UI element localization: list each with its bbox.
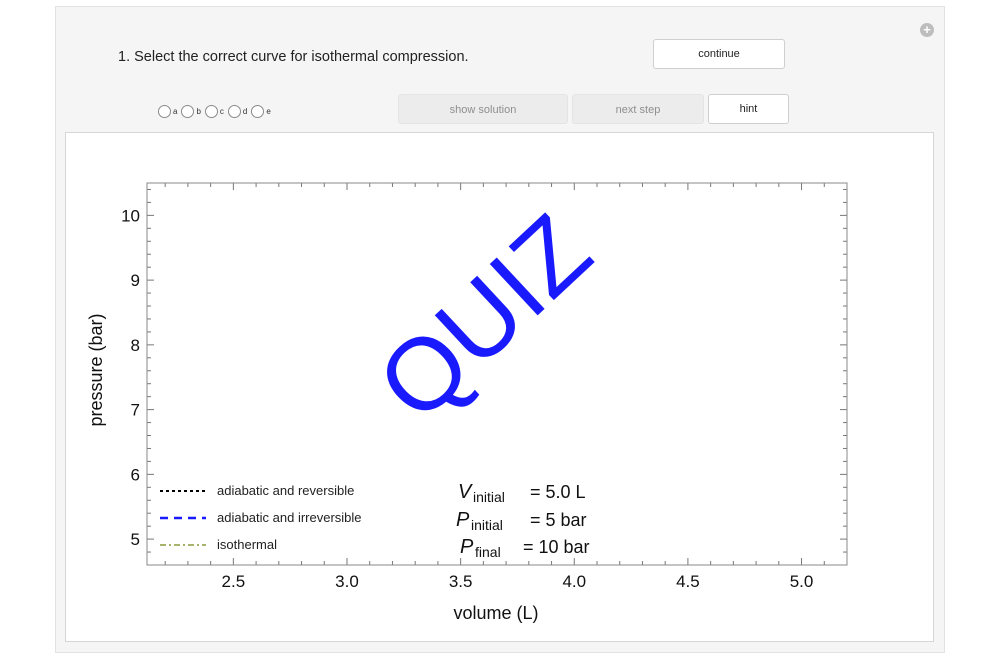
v-initial-value: = 5.0 L [530,482,586,502]
legend-label-adiabatic-reversible: adiabatic and reversible [217,483,354,498]
x-tick-label: 2.5 [222,572,246,591]
v-initial-subscript: initial [473,489,505,505]
p-initial-subscript: initial [471,517,503,533]
x-tick-label: 3.5 [449,572,473,591]
x-axis-label: volume (L) [453,603,538,623]
p-initial-symbol: P [456,509,470,531]
x-tick-label: 3.0 [335,572,359,591]
y-tick-label: 6 [131,465,140,484]
y-tick-label: 9 [131,271,140,290]
legend-label-adiabatic-irreversible: adiabatic and irreversible [217,510,362,525]
parameters: V initial = 5.0 L P initial = 5 bar P fi… [456,481,590,560]
y-tick-label: 8 [131,336,140,355]
p-final-subscript: final [475,544,501,560]
v-initial-symbol: V [458,481,473,503]
y-tick-label: 5 [131,530,140,549]
p-final-value: = 10 bar [523,537,590,557]
y-tick-label: 10 [121,206,140,225]
x-tick-label: 4.0 [562,572,586,591]
x-tick-label: 4.5 [676,572,700,591]
p-initial-value: = 5 bar [530,510,587,530]
x-tick-label: 5.0 [790,572,814,591]
pressure-volume-chart: QUIZ adiabatic and reversible adiabatic … [86,182,848,623]
quiz-watermark: QUIZ [356,193,612,443]
y-tick-label: 7 [131,401,140,420]
legend-label-isothermal: isothermal [217,537,277,552]
y-axis-label: pressure (bar) [86,313,106,426]
p-final-symbol: P [460,536,474,558]
legend: adiabatic and reversible adiabatic and i… [160,483,362,552]
